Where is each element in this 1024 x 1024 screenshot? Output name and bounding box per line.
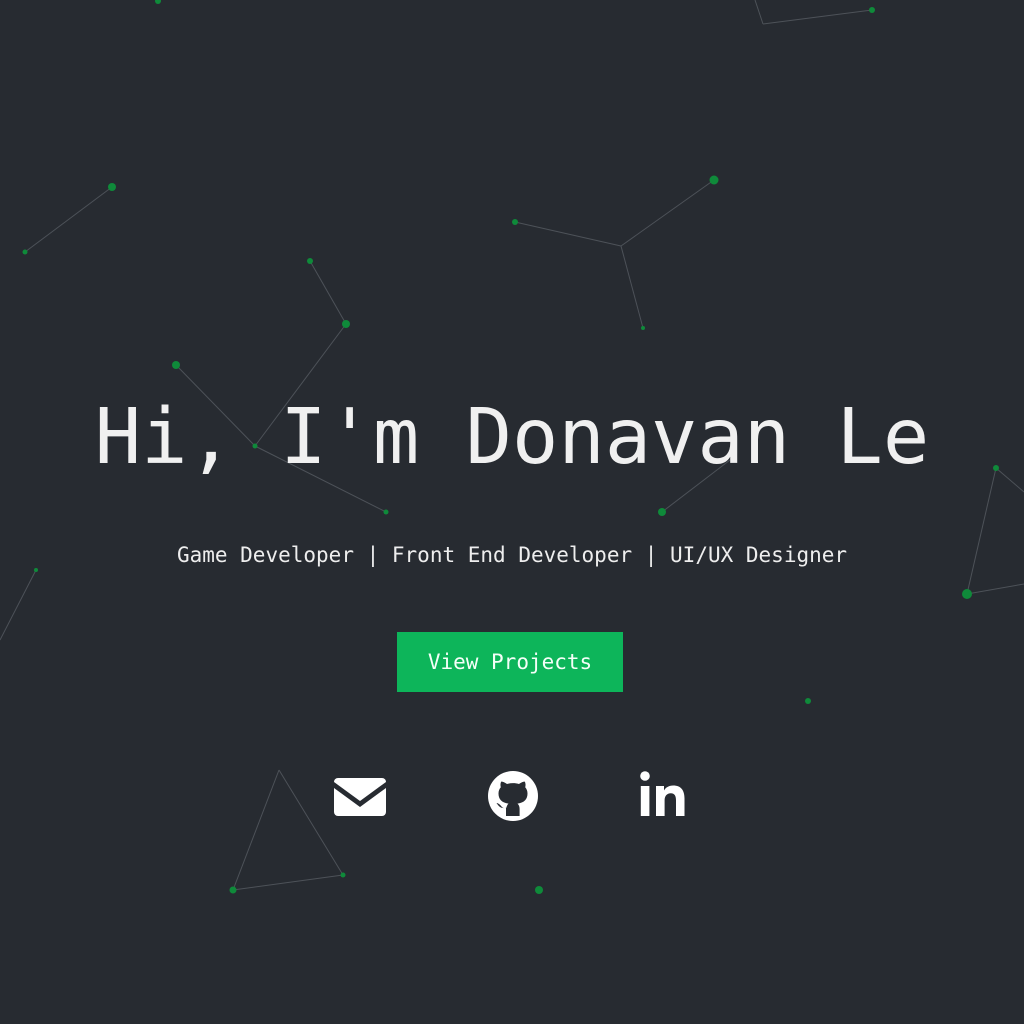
github-link[interactable] — [485, 768, 541, 824]
view-projects-button[interactable]: View Projects — [397, 632, 623, 692]
email-link[interactable] — [332, 768, 388, 824]
linkedin-icon — [640, 771, 685, 816]
hero-title: Hi, I'm Donavan Le — [94, 393, 930, 482]
hero-subtitle: Game Developer | Front End Developer | U… — [176, 543, 848, 567]
github-icon — [488, 771, 538, 821]
envelope-icon — [334, 778, 386, 816]
hero-section: Hi, I'm Donavan Le Game Developer | Fron… — [0, 0, 1024, 1024]
linkedin-link[interactable] — [636, 768, 692, 824]
particle-network-background — [0, 0, 1024, 894]
